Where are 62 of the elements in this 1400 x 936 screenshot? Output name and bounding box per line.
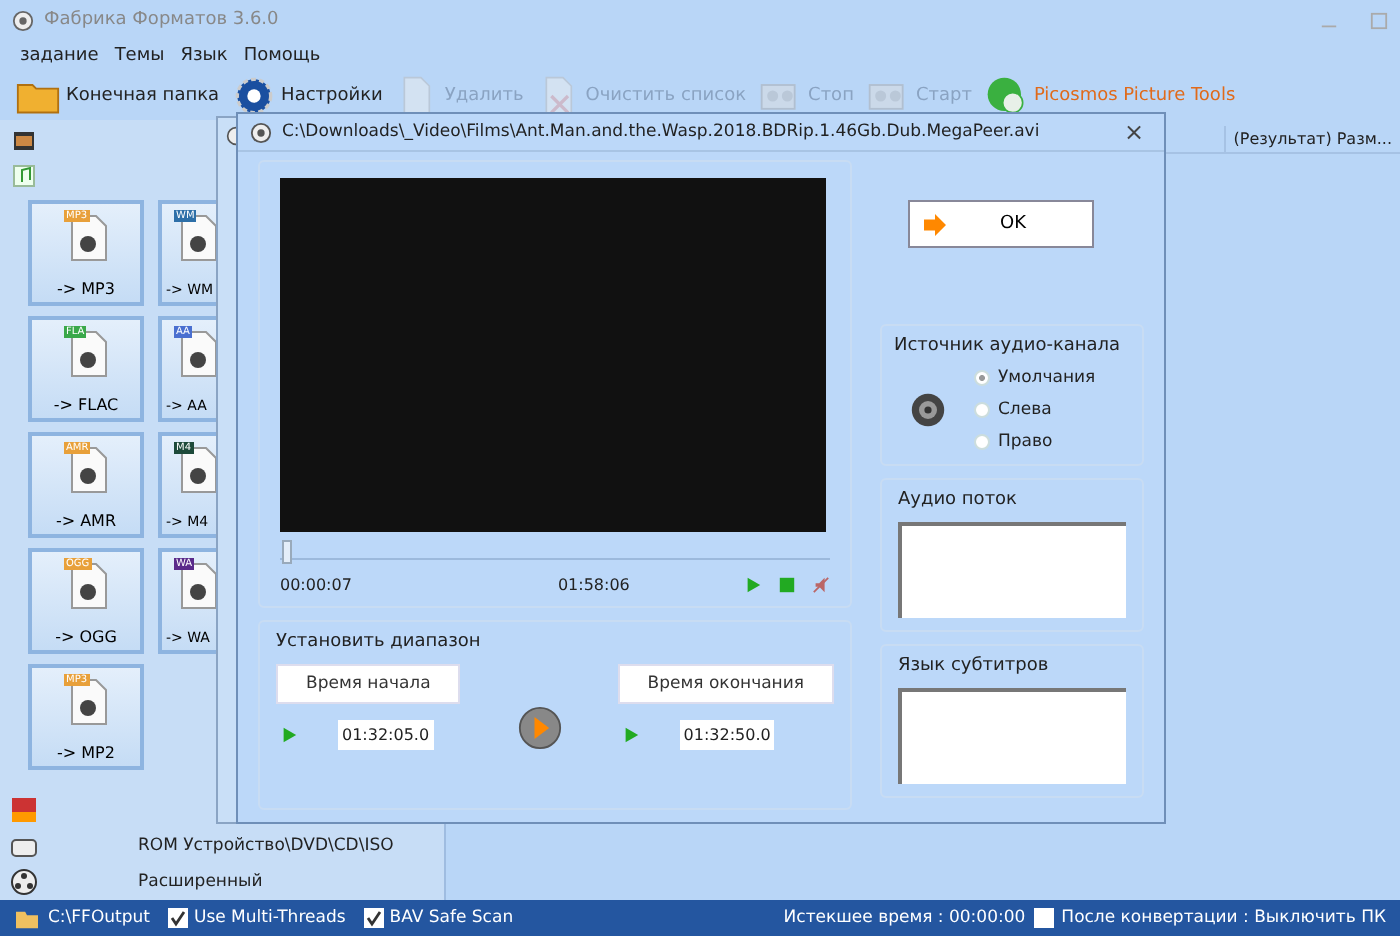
- radio-button[interactable]: [974, 370, 990, 386]
- menu-item[interactable]: Помощь: [243, 46, 321, 66]
- time-field[interactable]: 01:32:05.0: [338, 720, 434, 750]
- file-icon: [178, 214, 218, 262]
- start-time-button[interactable]: Время начала: [276, 664, 461, 704]
- dialog-title: C:\Downloads\_Video\Films\Ant.Man.and.the.Wasp.2018.BDRip.1.46Gb.Dub.MegaPeer.avi: [282, 122, 1040, 142]
- reel-icon[interactable]: [10, 868, 38, 896]
- picture-icon[interactable]: [10, 796, 38, 824]
- checkbox-label: Use Multi-Threads: [193, 908, 346, 928]
- menu-item[interactable]: задание: [20, 46, 99, 66]
- radio-button[interactable]: [974, 434, 990, 450]
- elapsed-time: Истекшее время : 00:00:00: [783, 908, 1026, 928]
- total-time: 01:58:06: [557, 576, 630, 594]
- audio-stream-list[interactable]: [898, 522, 1126, 618]
- folder-icon[interactable]: [14, 907, 40, 929]
- stop-icon[interactable]: [778, 576, 796, 594]
- group-title: Источник аудио-канала: [894, 336, 1123, 356]
- group-title: Установить диапазон: [276, 632, 483, 652]
- mute-icon[interactable]: [812, 576, 830, 594]
- seek-slider[interactable]: [280, 539, 830, 560]
- speaker-icon: [910, 392, 946, 428]
- category-label[interactable]: ROM Устройство\DVD\CD\ISO: [138, 836, 394, 856]
- app-icon: [12, 9, 34, 31]
- arrow-icon: [922, 213, 948, 235]
- globe-icon: [983, 76, 1028, 116]
- file-icon: [68, 562, 108, 610]
- toolbar-button[interactable]: Конечная папка: [16, 76, 220, 116]
- current-time: 00:00:07: [280, 576, 352, 594]
- play-icon[interactable]: [280, 726, 298, 744]
- window-title: Фабрика Форматов 3.6.0: [44, 10, 279, 30]
- checkbox-label: BAV Safe Scan: [389, 908, 514, 928]
- radio-label: Умолчания: [998, 368, 1096, 388]
- play-icon[interactable]: [744, 576, 762, 594]
- end-time-button[interactable]: Время окончания: [617, 664, 834, 704]
- file-icon: [68, 678, 108, 726]
- checkbox[interactable]: [363, 908, 384, 928]
- file-icon: [68, 446, 108, 494]
- arrow-circle-icon[interactable]: [517, 706, 562, 750]
- file-icon: [68, 214, 108, 262]
- checkbox[interactable]: [167, 908, 188, 928]
- menu-item[interactable]: Язык: [180, 46, 228, 66]
- time-field[interactable]: 01:32:50.0: [679, 720, 775, 750]
- file-icon: [178, 562, 218, 610]
- app-icon: [250, 121, 272, 143]
- radio-label: Право: [998, 432, 1053, 452]
- checkbox[interactable]: [1033, 908, 1054, 928]
- output-folder[interactable]: C:\FFOutput: [48, 908, 150, 928]
- column-header[interactable]: (Результат) Разм...: [1223, 126, 1400, 152]
- ok-button[interactable]: OK: [908, 200, 1094, 248]
- radio-label: Слева: [998, 400, 1052, 420]
- checkbox-label: После конвертации : Выключить ПК: [1061, 908, 1386, 928]
- close-button[interactable]: ×: [1115, 118, 1152, 146]
- file-icon: [178, 446, 218, 494]
- group-title: Аудио поток: [898, 490, 1019, 510]
- subtitle-list[interactable]: [898, 688, 1126, 784]
- menu-item[interactable]: Темы: [114, 46, 165, 66]
- play-icon[interactable]: [621, 726, 640, 744]
- radio-button[interactable]: [974, 402, 990, 418]
- group-title: Язык субтитров: [898, 656, 1051, 676]
- category-label[interactable]: Расширенный: [138, 872, 263, 892]
- file-icon: [68, 330, 108, 378]
- file-icon: [178, 330, 218, 378]
